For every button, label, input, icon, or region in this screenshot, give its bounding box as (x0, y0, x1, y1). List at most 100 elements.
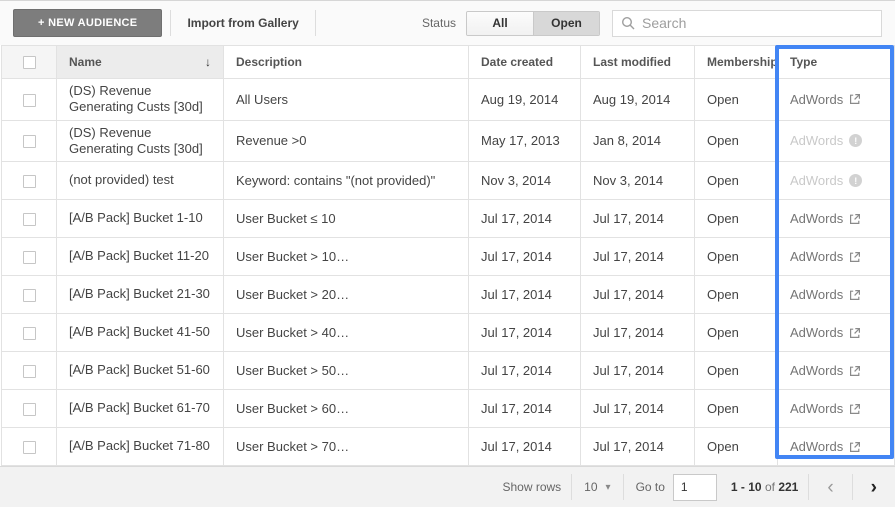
audience-type-cell: AdWords ! (778, 162, 895, 200)
date-created: Jul 17, 2014 (481, 287, 552, 302)
membership-cell: Open (695, 352, 778, 390)
audience-description-cell: All Users (224, 79, 469, 121)
membership-status: Open (707, 133, 739, 148)
table-header-row: Name ↓ Description Date created Last mod… (2, 46, 895, 79)
page-range-text: 1 - 10 (731, 480, 762, 494)
row-checkbox[interactable] (23, 213, 36, 226)
table-row: [A/B Pack] Bucket 61-70 User Bucket > 60… (2, 390, 895, 428)
audience-type-cell: AdWords ! (778, 79, 895, 121)
audience-description: User Bucket ≤ 10 (236, 211, 336, 226)
audience-description-cell: User Bucket > 70… (224, 428, 469, 466)
column-header-membership[interactable]: Membership (695, 46, 778, 79)
external-link-icon (849, 441, 861, 453)
row-checkbox[interactable] (23, 365, 36, 378)
select-all-cell (2, 46, 57, 79)
row-checkbox[interactable] (23, 289, 36, 302)
audience-table: Name ↓ Description Date created Last mod… (1, 45, 895, 466)
select-all-checkbox[interactable] (23, 56, 36, 69)
sort-descending-icon: ↓ (205, 55, 211, 69)
row-checkbox-cell (2, 428, 57, 466)
date-created-cell: Nov 3, 2014 (469, 162, 581, 200)
adwords-type-link[interactable]: AdWords ! (790, 211, 861, 226)
page-of-label: of (765, 480, 775, 494)
toolbar: + NEW AUDIENCE Import from Gallery Statu… (0, 1, 895, 45)
date-created-cell: Jul 17, 2014 (469, 428, 581, 466)
column-header-date-created[interactable]: Date created (469, 46, 581, 79)
audience-type-label: AdWords (790, 287, 843, 302)
last-modified: Jul 17, 2014 (593, 211, 664, 226)
column-header-type[interactable]: Type (778, 46, 895, 79)
last-modified-cell: Jul 17, 2014 (581, 390, 695, 428)
adwords-type-link[interactable]: AdWords ! (790, 325, 861, 340)
audience-type-label: AdWords (790, 133, 843, 148)
adwords-type-link[interactable]: AdWords ! (790, 287, 861, 302)
audience-type-cell: AdWords ! (778, 314, 895, 352)
info-icon[interactable]: ! (849, 174, 862, 187)
date-created: Jul 17, 2014 (481, 439, 552, 454)
audience-type-label: AdWords (790, 325, 843, 340)
audience-type-cell: AdWords ! (778, 352, 895, 390)
import-from-gallery-button[interactable]: Import from Gallery (187, 16, 298, 30)
adwords-type-link[interactable]: AdWords ! (790, 92, 861, 107)
search-input[interactable] (642, 15, 873, 31)
adwords-type-link[interactable]: AdWords ! (790, 439, 861, 454)
audience-description: User Bucket > 10… (236, 249, 349, 264)
membership-cell: Open (695, 79, 778, 121)
last-modified: Jul 17, 2014 (593, 325, 664, 340)
row-checkbox[interactable] (23, 441, 36, 454)
adwords-type-link[interactable]: AdWords ! (790, 401, 861, 416)
audience-name: [A/B Pack] Bucket 1-10 (69, 210, 211, 226)
last-modified: Jul 17, 2014 (593, 363, 664, 378)
row-checkbox[interactable] (23, 135, 36, 148)
date-created-cell: Jul 17, 2014 (469, 352, 581, 390)
row-checkbox-cell (2, 276, 57, 314)
dropdown-caret-icon: ▾ (606, 482, 611, 493)
external-link-icon (849, 403, 861, 415)
row-checkbox[interactable] (23, 251, 36, 264)
adwords-type-link: AdWords ! (790, 173, 862, 188)
goto-page-input[interactable] (673, 474, 717, 501)
membership-cell: Open (695, 200, 778, 238)
audience-type-label: AdWords (790, 173, 843, 188)
column-header-last-modified[interactable]: Last modified (581, 46, 695, 79)
adwords-type-link[interactable]: AdWords ! (790, 249, 861, 264)
audience-type-cell: AdWords ! (778, 120, 895, 162)
membership-cell: Open (695, 120, 778, 162)
status-label: Status (422, 16, 456, 30)
row-checkbox-cell (2, 238, 57, 276)
audience-type-label: AdWords (790, 92, 843, 107)
next-page-button[interactable]: › (863, 478, 885, 497)
audience-description: User Bucket > 50… (236, 363, 349, 378)
status-all-button[interactable]: All (467, 12, 533, 35)
status-open-button[interactable]: Open (533, 12, 599, 35)
table-row: [A/B Pack] Bucket 11-20 User Bucket > 10… (2, 238, 895, 276)
adwords-type-link[interactable]: AdWords ! (790, 363, 861, 378)
row-checkbox[interactable] (23, 327, 36, 340)
previous-page-button[interactable]: ‹ (819, 478, 841, 497)
column-header-description[interactable]: Description (224, 46, 469, 79)
total-count: 221 (778, 480, 798, 494)
audience-name: (not provided) test (69, 172, 211, 188)
table-row: (DS) Revenue Generating Custs [30d] All … (2, 79, 895, 121)
footer-divider (808, 474, 809, 500)
table-row: [A/B Pack] Bucket 21-30 User Bucket > 20… (2, 276, 895, 314)
membership-status: Open (707, 287, 739, 302)
date-created: Jul 17, 2014 (481, 363, 552, 378)
membership-cell: Open (695, 276, 778, 314)
info-icon[interactable]: ! (849, 134, 862, 147)
last-modified: Jul 17, 2014 (593, 249, 664, 264)
audience-name-cell: [A/B Pack] Bucket 61-70 (57, 390, 224, 428)
audience-name: [A/B Pack] Bucket 61-70 (69, 400, 211, 416)
rows-per-page-select[interactable]: 10 ▾ (582, 476, 612, 498)
membership-status: Open (707, 92, 739, 107)
new-audience-button[interactable]: + NEW AUDIENCE (13, 9, 162, 37)
external-link-icon (849, 327, 861, 339)
row-checkbox[interactable] (23, 403, 36, 416)
last-modified-cell: Jul 17, 2014 (581, 238, 695, 276)
last-modified-cell: Jul 17, 2014 (581, 428, 695, 466)
row-checkbox[interactable] (23, 94, 36, 107)
rows-per-page-value: 10 (584, 480, 597, 494)
column-header-name[interactable]: Name ↓ (57, 46, 224, 79)
row-checkbox[interactable] (23, 175, 36, 188)
membership-status: Open (707, 173, 739, 188)
